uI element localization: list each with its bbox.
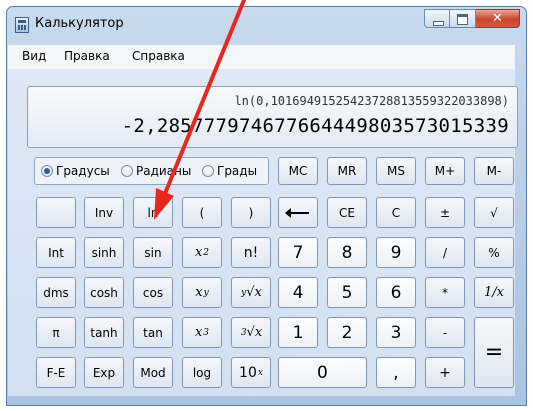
annotation-arrow — [154, 0, 246, 220]
